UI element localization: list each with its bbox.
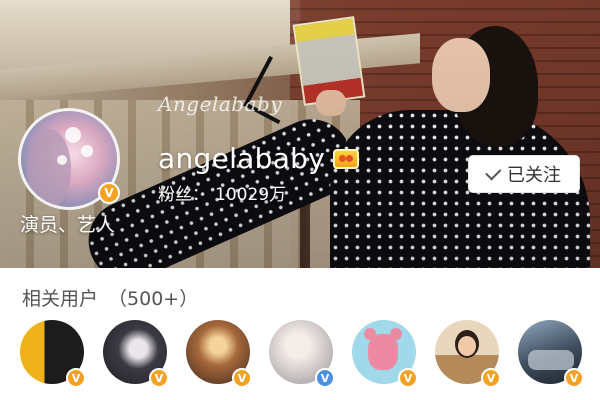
related-users-list: V V V V V V V bbox=[20, 320, 600, 388]
related-user-avatar[interactable]: V bbox=[435, 320, 501, 388]
verified-badge-icon: V bbox=[564, 368, 584, 388]
profile-avatar[interactable]: V bbox=[18, 108, 120, 210]
cover-watermark: Angelababy bbox=[158, 92, 283, 116]
profile-name: angelababy bbox=[158, 142, 326, 175]
verified-badge-icon: V bbox=[66, 368, 86, 388]
verified-badge-icon: V bbox=[398, 368, 418, 388]
related-users-header[interactable]: 相关用户 （500+） bbox=[22, 284, 198, 311]
following-button-label: 已关注 bbox=[507, 165, 561, 186]
profile-role: 演员、艺人 bbox=[20, 214, 116, 236]
following-button[interactable]: 已关注 bbox=[468, 155, 580, 193]
related-user-avatar[interactable]: V bbox=[186, 320, 252, 388]
verified-badge-icon: V bbox=[149, 368, 169, 388]
related-user-avatar[interactable]: V bbox=[269, 320, 335, 388]
fans-value: 10029万 bbox=[215, 185, 287, 205]
verified-badge-icon: V bbox=[481, 368, 501, 388]
related-user-avatar[interactable]: V bbox=[20, 320, 86, 388]
related-user-avatar[interactable]: V bbox=[103, 320, 169, 388]
fans-count[interactable]: 粉丝： 10029万 bbox=[158, 180, 286, 205]
related-users-title: 相关用户 bbox=[22, 288, 99, 310]
vip-crown-icon[interactable] bbox=[333, 148, 360, 169]
related-user-avatar[interactable]: V bbox=[352, 320, 418, 388]
related-user-avatar[interactable]: V bbox=[518, 320, 584, 388]
verified-badge-icon: V bbox=[315, 368, 335, 388]
related-users-count: （500+） bbox=[108, 288, 199, 310]
verified-badge-icon: V bbox=[98, 182, 120, 204]
check-icon bbox=[485, 163, 502, 181]
verified-badge-icon: V bbox=[232, 368, 252, 388]
profile-cover: Angelababy V angelababy 粉丝： 10029万 演员、艺人… bbox=[0, 0, 600, 268]
fans-label: 粉丝： bbox=[158, 185, 209, 205]
profile-name-row: angelababy bbox=[158, 142, 360, 175]
